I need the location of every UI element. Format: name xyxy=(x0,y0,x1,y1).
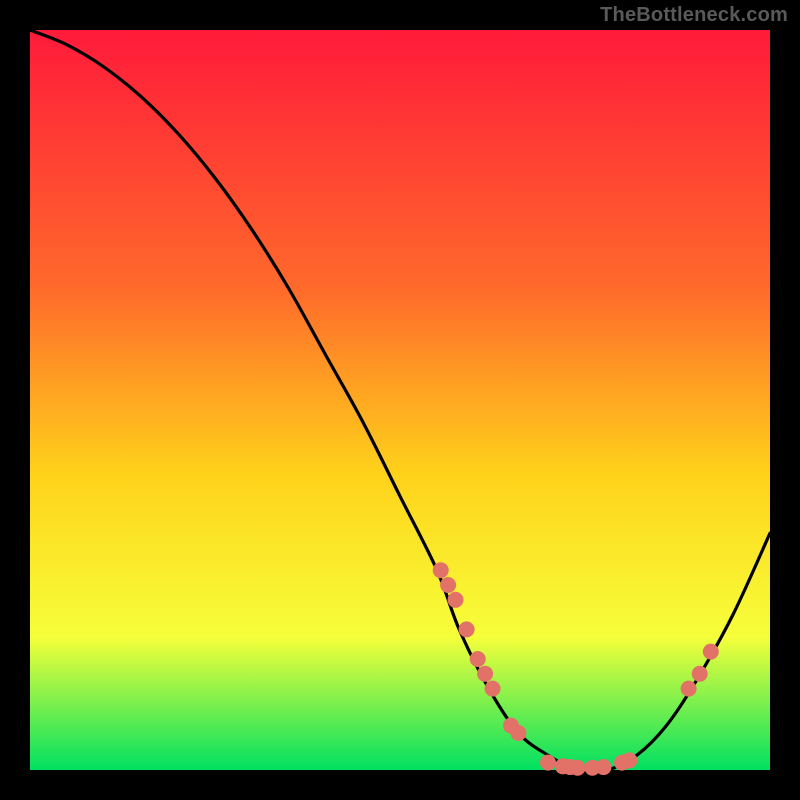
marker-left-mid-c xyxy=(485,681,501,697)
marker-right-b xyxy=(692,666,708,682)
marker-left-cluster-c xyxy=(448,592,464,608)
chart-stage: TheBottleneck.com xyxy=(0,0,800,800)
marker-left-cluster-d xyxy=(459,621,475,637)
marker-bottom-a xyxy=(540,755,556,771)
marker-left-mid-b xyxy=(477,666,493,682)
marker-bottom-d xyxy=(570,760,586,776)
plot-background xyxy=(30,30,770,770)
marker-right-a xyxy=(681,681,697,697)
bottleneck-chart xyxy=(0,0,800,800)
watermark-text: TheBottleneck.com xyxy=(600,4,788,27)
marker-bottom-f xyxy=(596,759,612,775)
marker-left-cluster-b xyxy=(440,577,456,593)
marker-left-low-b xyxy=(510,725,526,741)
marker-left-mid-a xyxy=(470,651,486,667)
marker-bottom-h xyxy=(621,752,637,768)
marker-right-c xyxy=(703,644,719,660)
marker-left-cluster-a xyxy=(433,562,449,578)
